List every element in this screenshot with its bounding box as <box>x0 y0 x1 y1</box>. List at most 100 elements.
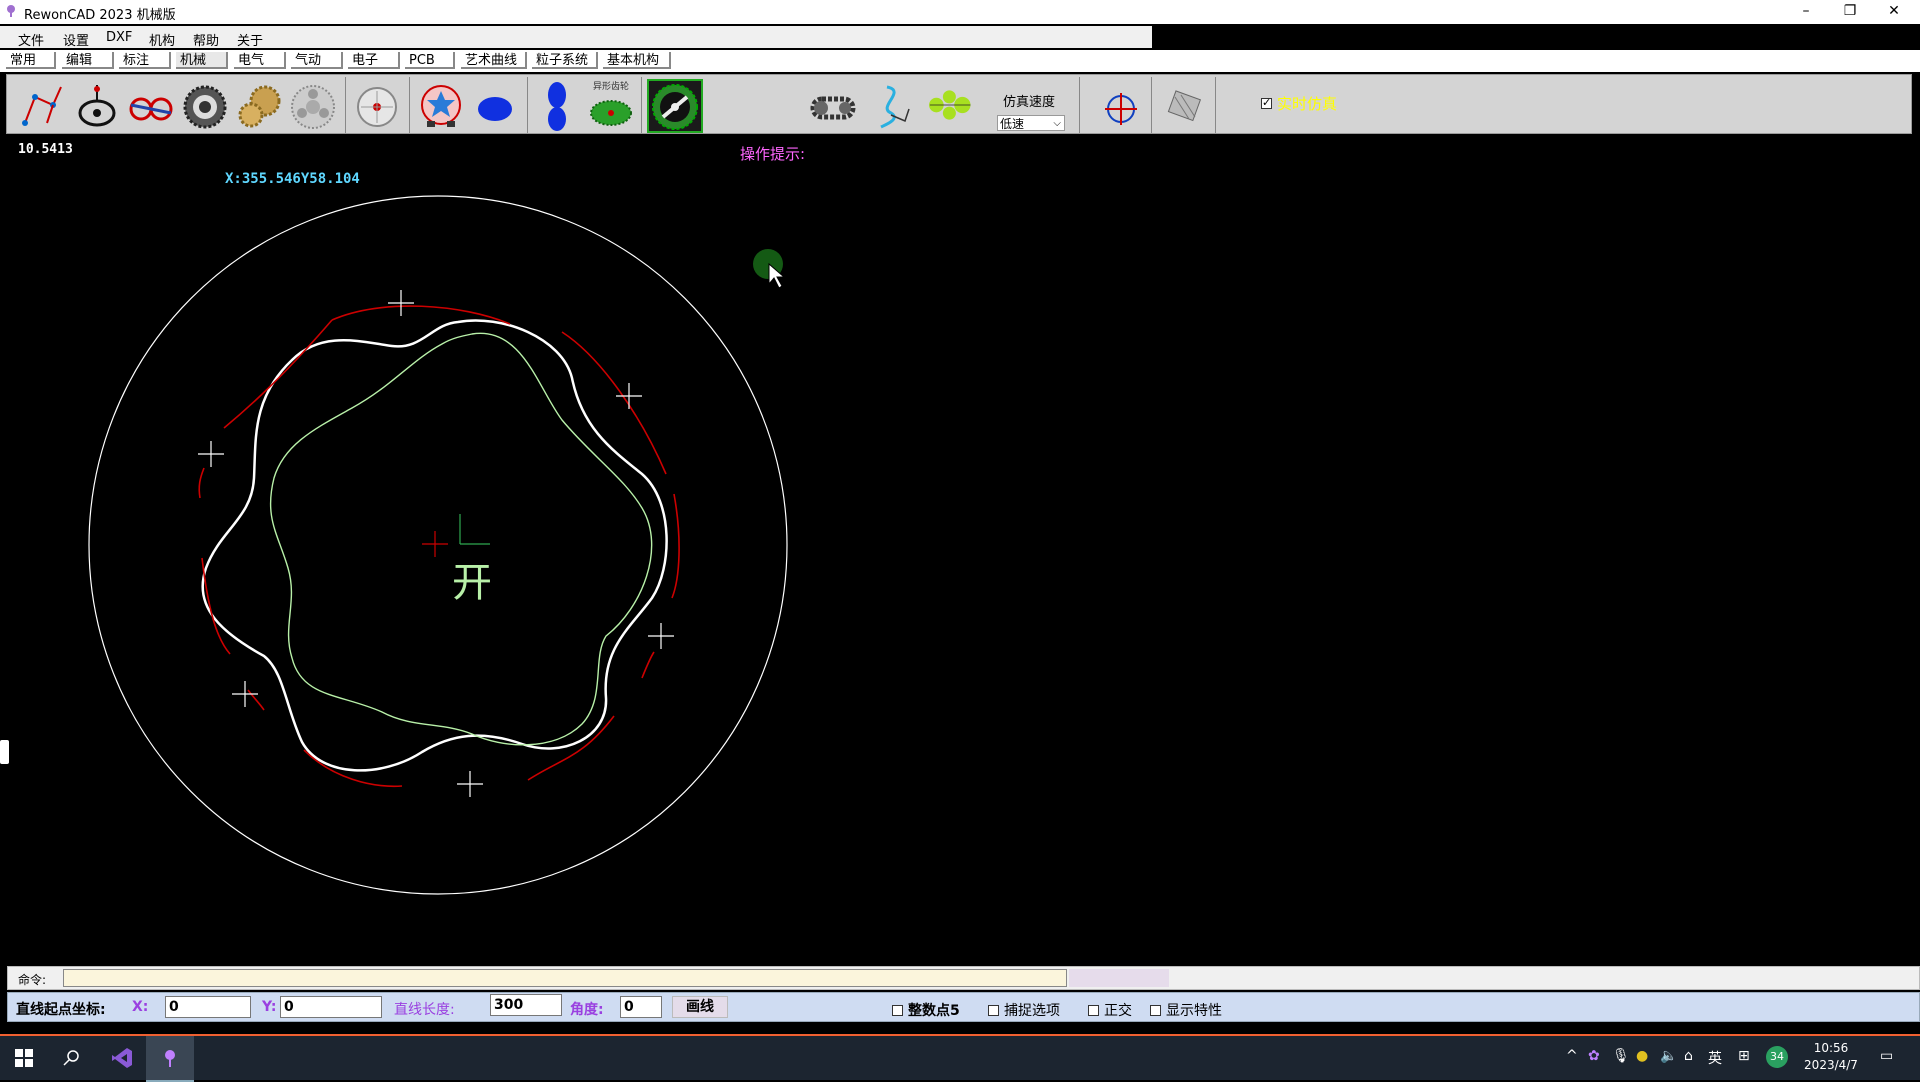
gear-pair-icon[interactable] <box>233 79 285 131</box>
visual-studio-button[interactable] <box>98 1036 146 1080</box>
search-button[interactable] <box>48 1036 96 1080</box>
noncircular-gear-icon[interactable] <box>531 79 583 131</box>
operation-hint: 操作提示: <box>740 145 806 163</box>
target-icon[interactable] <box>1095 79 1147 131</box>
tab-edit[interactable]: 编辑 <box>62 52 114 69</box>
coordinate-readout: X:355.546Y58.104 <box>225 171 360 187</box>
star-gear-icon[interactable] <box>415 79 467 131</box>
search-icon <box>63 1050 79 1066</box>
tab-mechanical[interactable]: 机械 <box>176 52 228 69</box>
tray-expand-icon[interactable]: ^ <box>1566 1048 1578 1064</box>
realtime-label: 实时仿真 <box>1277 95 1338 113</box>
integer-point-label: 整数点5 <box>908 1003 960 1019</box>
menu-settings[interactable]: 设置 <box>63 30 89 49</box>
restore-button[interactable]: ❐ <box>1828 0 1872 24</box>
checkbox-icon <box>1261 96 1272 109</box>
menu-file[interactable]: 文件 <box>18 30 44 49</box>
chain-icon[interactable] <box>807 79 859 131</box>
checkbox-icon <box>892 1004 903 1016</box>
command-input[interactable] <box>63 969 1067 987</box>
show-properties-label: 显示特性 <box>1166 1003 1222 1019</box>
toolbar: 异形齿轮 仿真速度 低速 ⌵ 实时仿真 <box>6 74 1912 134</box>
notification-center-icon[interactable]: ▭ <box>1880 1048 1893 1064</box>
minimize-button[interactable]: – <box>1784 0 1828 24</box>
tab-basic-mechanism[interactable]: 基本机构 <box>603 52 671 69</box>
input-language[interactable]: 英 <box>1708 1048 1722 1068</box>
ortho-label: 正交 <box>1104 1003 1132 1019</box>
network-icon[interactable]: ⌂ <box>1684 1048 1693 1064</box>
app-tray-icon[interactable]: ✿ <box>1588 1048 1600 1064</box>
length-field[interactable]: 300 <box>490 994 562 1016</box>
tab-electrical[interactable]: 电气 <box>234 52 286 69</box>
snap-label: 捕捉选项 <box>1004 1003 1060 1019</box>
menu-dxf[interactable]: DXF <box>106 30 132 45</box>
toolbar-separator <box>1151 77 1152 133</box>
screw-icon[interactable] <box>1159 79 1211 131</box>
notification-badge[interactable]: 34 <box>1766 1046 1788 1068</box>
windows-icon <box>15 1049 33 1067</box>
start-button[interactable] <box>0 1036 48 1080</box>
clock-time: 10:56 <box>1813 1041 1849 1055</box>
draw-line-button[interactable]: 画线 <box>672 996 728 1018</box>
menu-about[interactable]: 关于 <box>237 30 263 49</box>
start-point-label: 直线起点坐标: <box>16 1002 106 1018</box>
ortho-option[interactable]: 正交 <box>1088 1000 1132 1020</box>
clock[interactable]: 10:56 2023/4/7 <box>1800 1040 1862 1074</box>
drawing-canvas[interactable]: 开 <box>2 138 1918 964</box>
tab-pcb[interactable]: PCB <box>405 52 455 69</box>
ellipse-gear-icon[interactable] <box>469 79 521 131</box>
menu-bar: 文件 设置 DXF 机构 帮助 关于 <box>0 26 1152 49</box>
keyboard-icon[interactable]: ⊞ <box>1738 1048 1750 1064</box>
internal-gear-icon[interactable] <box>647 79 703 133</box>
microphone-icon[interactable]: 🎙 <box>1612 1048 1630 1064</box>
network-status-icon[interactable]: ● <box>1636 1048 1648 1064</box>
realtime-sim-checkbox[interactable]: 实时仿真 <box>1261 93 1337 114</box>
tab-art-curve[interactable]: 艺术曲线 <box>461 52 527 69</box>
cam-icon[interactable] <box>71 79 123 131</box>
visual-studio-icon <box>112 1048 132 1068</box>
y-field[interactable]: 0 <box>280 996 382 1018</box>
title-bar: RewonCAD 2023 机械版 – ❐ ✕ <box>0 0 1920 24</box>
taskbar: ^ ✿ 🎙 ● 🔈 ⌂ 英 ⊞ 34 10:56 2023/4/7 ▭ <box>0 1036 1920 1082</box>
menu-mechanism[interactable]: 机构 <box>149 30 175 49</box>
shaped-gear-icon[interactable]: 异形齿轮 <box>585 79 637 131</box>
toolbar-separator <box>1215 77 1216 133</box>
angle-field[interactable]: 0 <box>620 996 662 1018</box>
snap-option[interactable]: 捕捉选项 <box>988 1000 1060 1020</box>
tab-annotate[interactable]: 标注 <box>119 52 171 69</box>
x-label: X: <box>132 999 149 1015</box>
command-label: 命令: <box>18 973 47 987</box>
tab-particle[interactable]: 粒子系统 <box>532 52 598 69</box>
toolbar-separator <box>527 77 528 133</box>
splitter-handle[interactable] <box>0 740 9 764</box>
chevron-down-icon: ⌵ <box>1053 118 1061 129</box>
line-parameter-bar: 直线起点坐标: X: 0 Y: 0 直线长度: 300 角度: 0 画线 整数点… <box>7 992 1920 1022</box>
gear-train-icon[interactable] <box>125 79 177 131</box>
gear-ring-icon[interactable] <box>179 79 231 131</box>
pitch-arcs <box>198 305 680 788</box>
ribbon-tabs: 常用 编辑 标注 机械 电气 气动 电子 PCB 艺术曲线 粒子系统 基本机构 <box>0 50 1920 72</box>
planetary-gear-icon[interactable] <box>287 79 339 131</box>
top-value: 10.5413 <box>18 142 73 157</box>
close-button[interactable]: ✕ <box>1872 0 1916 24</box>
volume-icon[interactable]: 🔈 <box>1660 1048 1677 1064</box>
rewoncad-icon <box>165 1050 175 1067</box>
command-bar: 命令: <box>7 966 1920 990</box>
outer-circle <box>88 195 788 895</box>
sim-speed-select[interactable]: 低速 ⌵ <box>997 115 1065 131</box>
tab-pneumatic[interactable]: 气动 <box>291 52 343 69</box>
flywheel-icon[interactable] <box>351 79 403 131</box>
angle-label: 角度: <box>570 1002 604 1018</box>
rotor-icon[interactable] <box>925 79 989 131</box>
menu-help[interactable]: 帮助 <box>193 30 219 49</box>
tab-electronics[interactable]: 电子 <box>348 52 400 69</box>
x-field[interactable]: 0 <box>165 996 251 1018</box>
rewoncad-button[interactable] <box>146 1036 194 1082</box>
integer-point-option[interactable]: 整数点5 <box>892 1000 960 1020</box>
spline-link-icon[interactable] <box>867 79 919 131</box>
center-label: 开 <box>452 560 492 606</box>
tab-common[interactable]: 常用 <box>6 52 56 69</box>
show-properties-option[interactable]: 显示特性 <box>1150 1000 1222 1020</box>
sim-speed-label: 仿真速度 <box>1003 95 1056 110</box>
linkage-icon[interactable] <box>17 79 69 131</box>
